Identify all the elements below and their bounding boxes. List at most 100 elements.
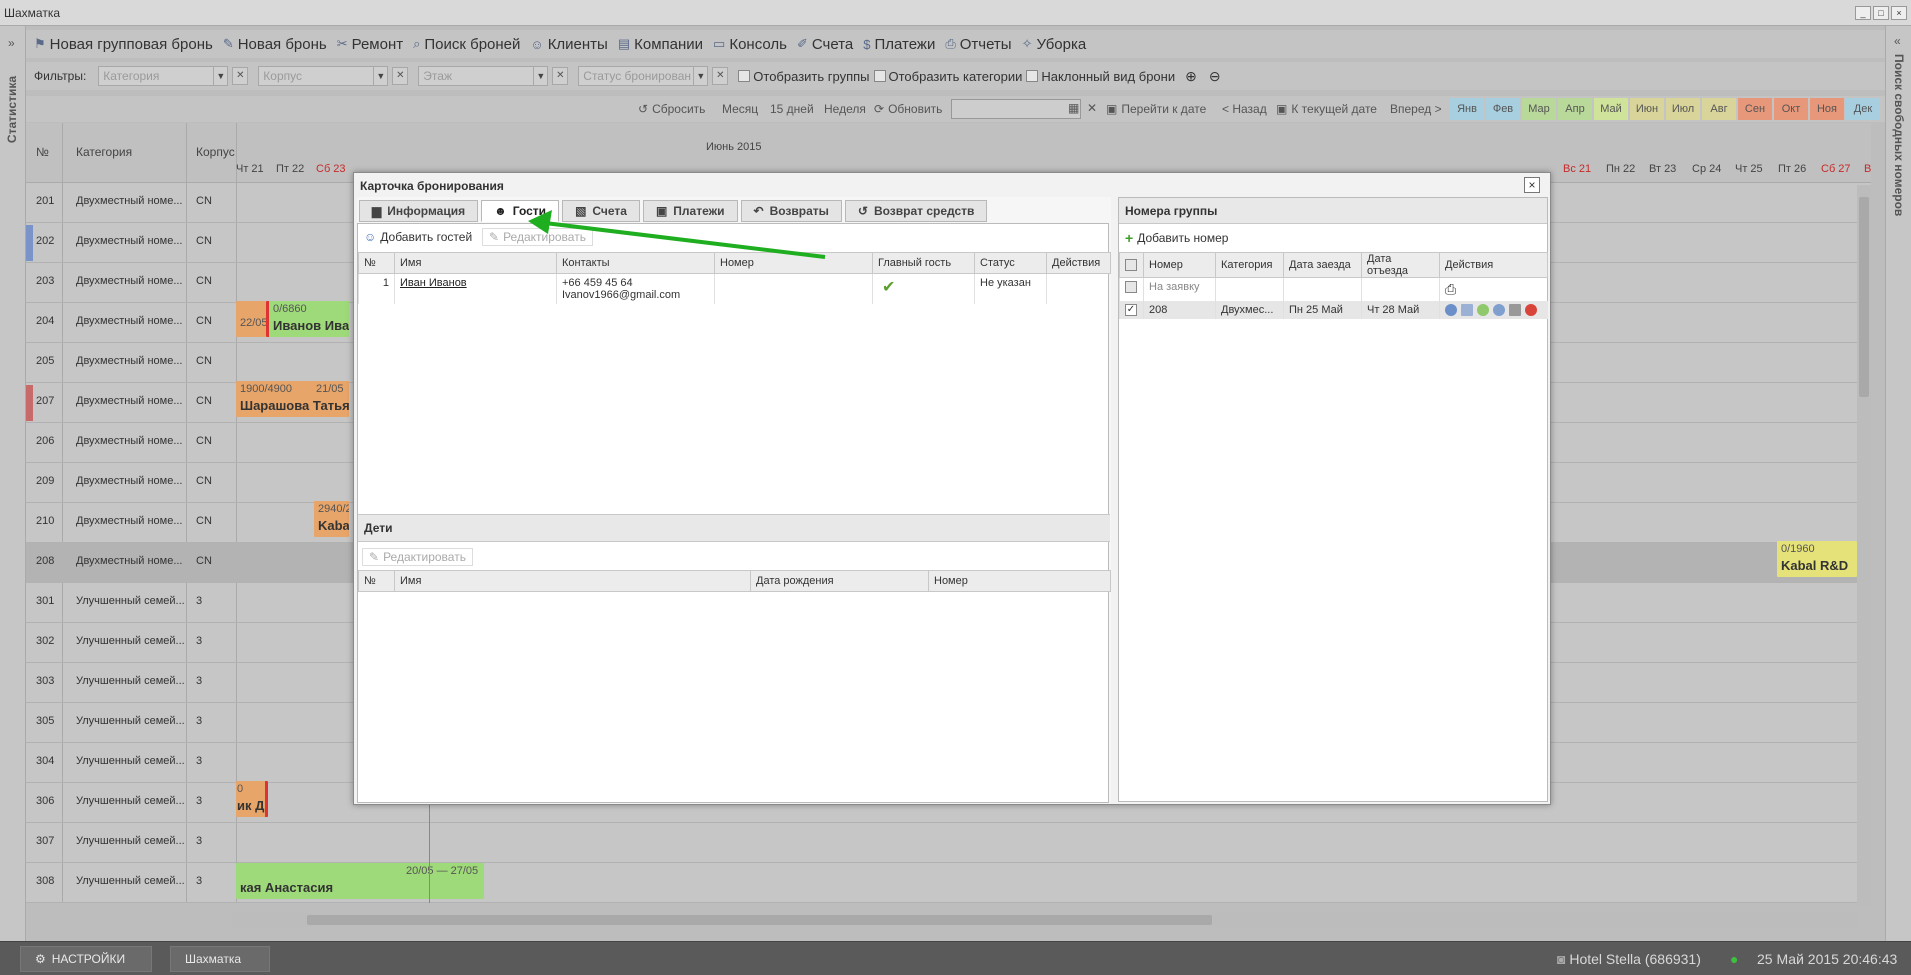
refresh-button[interactable]: ⟳ Обновить (874, 102, 942, 116)
printer-icon[interactable]: ⎙ (1445, 281, 1456, 297)
settings-button[interactable]: ⚙ НАСТРОЙКИ (20, 946, 152, 972)
chess-window-button[interactable]: Шахматка (170, 946, 270, 972)
show-categories-checkbox[interactable]: Отобразить категории (873, 69, 1022, 84)
month-button[interactable]: Апр (1558, 98, 1592, 120)
month-button[interactable]: Май (1594, 98, 1628, 120)
guest-name-link[interactable]: Иван Иванов (400, 277, 467, 289)
building-filter[interactable]: Корпус ▼ (258, 66, 389, 86)
room-number: 201 (36, 195, 55, 207)
toolbar-repair[interactable]: ✂ Ремонт (337, 36, 403, 53)
close-window-button[interactable]: × (1891, 6, 1907, 20)
clear-floor-button[interactable]: ✕ (552, 67, 569, 85)
current-date-button[interactable]: ▣ К текущей дате (1276, 102, 1377, 116)
checkout-icon[interactable] (1509, 304, 1522, 317)
zoom-in-icon[interactable]: ⊕ (1185, 68, 1197, 85)
maximize-button[interactable]: □ (1873, 6, 1889, 20)
guest-icon[interactable] (1445, 304, 1457, 317)
month-button[interactable]: Янв (1450, 98, 1484, 120)
month-button[interactable]: Июл (1666, 98, 1700, 120)
month-button[interactable]: Дек (1846, 98, 1880, 120)
add-guest-icon[interactable] (1493, 304, 1506, 317)
toolbar-clients[interactable]: ☺ Клиенты (530, 36, 607, 53)
booking-block[interactable]: 1900/4900 21/05 Шарашова Татьяна (236, 381, 349, 417)
row-checkbox[interactable] (1125, 281, 1137, 294)
expand-icon[interactable]: » (8, 36, 15, 50)
tab-refund[interactable]: ↺ Возврат средств (844, 200, 988, 222)
month-button[interactable]: Фев (1486, 98, 1520, 120)
free-rooms-panel-strip[interactable]: « Поиск свободных номеров (1885, 26, 1911, 941)
chevron-down-icon[interactable]: ▼ (533, 67, 547, 85)
toolbar-invoices[interactable]: ✐ Счета (797, 36, 853, 53)
add-guests-button[interactable]: ☺ Добавить гостей (364, 230, 472, 244)
edit-children-button[interactable]: ✎ Редактировать (362, 548, 473, 566)
tab-information[interactable]: ▆ Информация (359, 200, 479, 222)
reset-button[interactable]: ↺ Сбросить (638, 102, 705, 116)
room-number: 205 (36, 355, 55, 367)
clear-status-button[interactable]: ✕ (712, 67, 729, 85)
table-row[interactable]: На заявку ⎙ (1119, 277, 1548, 301)
chevron-down-icon[interactable]: ▼ (693, 67, 707, 85)
delete-icon[interactable] (1525, 304, 1538, 317)
month-button[interactable]: Мар (1522, 98, 1556, 120)
forward-button[interactable]: Вперед > (1390, 102, 1442, 116)
month-button[interactable]: Ноя (1810, 98, 1844, 120)
month-button[interactable]: Авг (1702, 98, 1736, 120)
room-category: Улучшенный семей... (76, 875, 185, 887)
date-input[interactable] (951, 99, 1081, 119)
chevron-down-icon[interactable]: ▼ (373, 67, 387, 85)
toolbar-search-bookings[interactable]: ⌕ Поиск броней (413, 36, 520, 53)
calendar-icon[interactable]: ▦ (1068, 101, 1079, 115)
room-category: Улучшенный семей... (76, 675, 185, 687)
close-dialog-button[interactable]: × (1524, 177, 1540, 193)
month-view-button[interactable]: Месяц (722, 102, 758, 116)
booking-block[interactable]: 22/05 (236, 301, 266, 337)
select-all-checkbox[interactable] (1125, 259, 1137, 272)
horizontal-scrollbar[interactable] (232, 913, 1857, 927)
table-row[interactable]: 1 Иван Иванов +66 459 45 64 Ivanov1966@gm… (358, 273, 1111, 304)
minimize-button[interactable]: _ (1855, 6, 1871, 20)
show-groups-checkbox[interactable]: Отобразить группы (738, 69, 870, 84)
booking-block[interactable]: 0/6860 Иванов Иван (266, 301, 349, 337)
goto-date-button[interactable]: ▣ Перейти к дате (1106, 102, 1206, 116)
tilted-view-checkbox[interactable]: Наклонный вид брони (1026, 69, 1175, 84)
month-button[interactable]: Июн (1630, 98, 1664, 120)
add-room-button[interactable]: + Добавить номер (1125, 230, 1228, 246)
group-rooms-title: Номера группы (1119, 198, 1547, 224)
clear-building-button[interactable]: ✕ (392, 67, 409, 85)
toolbar-new-booking[interactable]: ✎ Новая бронь (223, 36, 327, 53)
status-filter[interactable]: Статус бронирован ▼ (578, 66, 709, 86)
toolbar-companies[interactable]: ▤ Компании (618, 36, 703, 53)
statistics-label[interactable]: Статистика (5, 76, 19, 143)
clear-category-button[interactable]: ✕ (232, 67, 249, 85)
month-button[interactable]: Сен (1738, 98, 1772, 120)
table-row[interactable]: ✓ 208 Двухмес... Пн 25 Май Чт 28 Май (1119, 301, 1548, 320)
room-number: 306 (36, 795, 55, 807)
back-button[interactable]: < Назад (1222, 102, 1267, 116)
row-checkbox[interactable]: ✓ (1125, 304, 1137, 317)
booking-block[interactable]: 0 ик Д (236, 781, 268, 817)
toolbar-console[interactable]: ▭ Консоль (713, 36, 787, 53)
statistics-panel-strip[interactable]: » Статистика (0, 26, 26, 941)
clear-date-icon[interactable]: ✕ (1087, 101, 1097, 115)
toolbar-new-group-booking[interactable]: ⚑ Новая групповая бронь (34, 36, 213, 53)
room-row[interactable]: 307 Улучшенный семей... 3 (26, 823, 1871, 863)
booking-block[interactable]: 20/05 — 27/05 кая Анастасия (236, 863, 484, 899)
toolbar-payments[interactable]: $ Платежи (863, 36, 935, 53)
floor-filter[interactable]: Этаж ▼ (418, 66, 549, 86)
chevron-down-icon[interactable]: ▼ (213, 67, 227, 85)
vertical-scrollbar[interactable] (1857, 185, 1871, 905)
toolbar-cleaning[interactable]: ✧ Уборка (1022, 36, 1087, 53)
category-filter[interactable]: Категория ▼ (98, 66, 229, 86)
month-button[interactable]: Окт (1774, 98, 1808, 120)
checkin-icon[interactable] (1477, 304, 1490, 317)
check-icon: ✔ (882, 279, 896, 296)
booking-block[interactable]: 0/1960 Kabal R&D (1777, 541, 1857, 577)
zoom-out-icon[interactable]: ⊖ (1209, 68, 1221, 85)
toolbar-reports[interactable]: ⎙ Отчеты (945, 36, 1011, 53)
fifteen-days-button[interactable]: 15 дней (770, 102, 814, 116)
expand-icon[interactable]: « (1894, 34, 1901, 48)
week-view-button[interactable]: Неделя (824, 102, 866, 116)
booking-block[interactable]: 2940/2 Kabal (314, 501, 349, 537)
list-icon[interactable] (1461, 304, 1474, 317)
free-rooms-label[interactable]: Поиск свободных номеров (1892, 54, 1906, 216)
